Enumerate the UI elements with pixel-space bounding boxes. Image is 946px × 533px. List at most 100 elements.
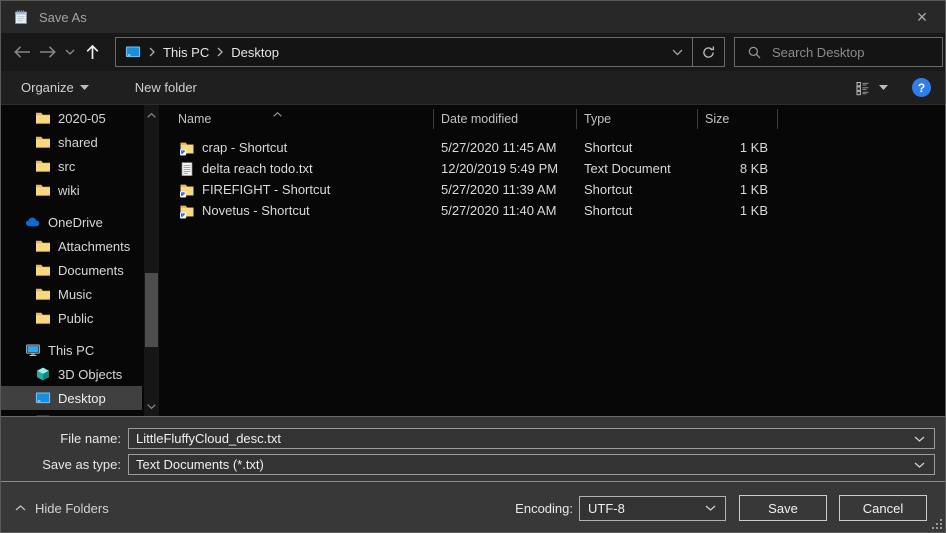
navigation-bar: This PC Desktop Search Desktop	[1, 33, 945, 71]
scroll-down-icon[interactable]	[144, 398, 159, 414]
search-input[interactable]: Search Desktop	[734, 37, 943, 67]
chevron-up-icon	[15, 505, 26, 511]
sort-ascending-icon	[273, 106, 282, 120]
hide-folders-button[interactable]: Hide Folders	[15, 501, 109, 516]
save-as-type-select[interactable]: Text Documents (*.txt)	[128, 454, 935, 475]
new-folder-button[interactable]: New folder	[135, 80, 197, 95]
details-view-icon	[855, 80, 871, 96]
date-modified-cell: 12/20/2019 5:49 PM	[434, 161, 577, 176]
sidebar-item-desktop[interactable]: Desktop	[1, 386, 142, 410]
dropdown-arrow-icon	[80, 85, 89, 90]
sidebar-item-onedrive[interactable]: OneDrive	[1, 210, 142, 234]
sidebar-item-music[interactable]: Music	[1, 282, 142, 306]
sidebar-item-label: Music	[58, 287, 92, 302]
hide-folders-label: Hide Folders	[35, 501, 109, 516]
up-button[interactable]	[79, 38, 105, 66]
file-name-cell[interactable]: FIREFIGHT - Shortcut	[161, 182, 434, 198]
encoding-value: UTF-8	[588, 501, 625, 516]
column-header-type[interactable]: Type	[577, 109, 698, 129]
type-cell: Shortcut	[577, 182, 698, 197]
sidebar-item-label: This PC	[48, 343, 94, 358]
scrollbar-thumb[interactable]	[145, 273, 158, 347]
file-row-firefight-shortcut[interactable]: FIREFIGHT - Shortcut5/27/2020 11:39 AMSh…	[161, 179, 945, 200]
address-bar[interactable]: This PC Desktop	[115, 37, 725, 67]
column-header-name[interactable]: Name	[161, 109, 434, 129]
sidebar-item-label: OneDrive	[48, 215, 103, 230]
scroll-up-icon[interactable]	[144, 107, 159, 123]
desktop-location-icon	[125, 44, 141, 60]
file-row-novetus-shortcut[interactable]: Novetus - Shortcut5/27/2020 11:40 AMShor…	[161, 200, 945, 221]
file-name-input[interactable]: LittleFluffyCloud_desc.txt	[128, 428, 935, 449]
refresh-icon[interactable]	[692, 38, 724, 66]
help-icon[interactable]: ?	[912, 78, 931, 97]
sidebar-item-shared[interactable]: shared	[1, 130, 142, 154]
date-modified-cell: 5/27/2020 11:45 AM	[434, 140, 577, 155]
breadcrumb-chevron-icon	[217, 47, 223, 57]
sidebar-item-attachments[interactable]: Attachments	[1, 234, 142, 258]
main-content: 2020-05 shared src wiki OneDrive Attachments D…	[1, 105, 945, 416]
folder-icon	[35, 238, 51, 254]
change-view-button[interactable]	[855, 80, 888, 96]
save-as-dialog: Save As ✕ This PC Desktop Search Desktop…	[0, 0, 946, 533]
encoding-select[interactable]: UTF-8	[579, 496, 726, 521]
folder-icon	[35, 182, 51, 198]
filename-panel: File name: LittleFluffyCloud_desc.txt Sa…	[1, 416, 945, 481]
cancel-button[interactable]: Cancel	[839, 495, 927, 521]
file-name-cell[interactable]: Novetus - Shortcut	[161, 203, 434, 219]
sidebar-item-src[interactable]: src	[1, 154, 142, 178]
file-row-delta-reach-todo-txt[interactable]: delta reach todo.txt12/20/2019 5:49 PMTe…	[161, 158, 945, 179]
file-name-cell[interactable]: delta reach todo.txt	[161, 161, 434, 177]
sidebar-item-2020-05[interactable]: 2020-05	[1, 106, 142, 130]
save-as-type-value: Text Documents (*.txt)	[136, 457, 264, 472]
file-list: Name Date modified Type Size crap - Shor…	[161, 105, 945, 416]
breadcrumb-this-pc[interactable]: This PC	[163, 45, 209, 60]
sidebar-item-this-pc[interactable]: This PC	[1, 338, 142, 362]
type-cell: Shortcut	[577, 203, 698, 218]
back-button[interactable]	[9, 38, 35, 66]
file-name-cell[interactable]: crap - Shortcut	[161, 140, 434, 156]
sidebar-item-label: 2020-05	[58, 111, 106, 126]
chevron-down-icon[interactable]	[705, 505, 716, 511]
sidebar-item-label: wiki	[58, 183, 80, 198]
chevron-down-icon[interactable]	[914, 436, 925, 442]
resize-grip[interactable]	[932, 519, 942, 529]
sidebar-item-label: src	[58, 159, 75, 174]
title-bar: Save As ✕	[1, 1, 945, 33]
breadcrumb-desktop[interactable]: Desktop	[231, 45, 279, 60]
sidebar-item-label: Public	[58, 311, 93, 326]
recent-locations-button[interactable]	[61, 38, 79, 66]
sidebar-item-wiki[interactable]: wiki	[1, 178, 142, 202]
sidebar-item-label: 3D Objects	[58, 367, 122, 382]
search-placeholder: Search Desktop	[772, 45, 865, 60]
size-cell: 1 KB	[698, 203, 778, 218]
organize-label: Organize	[21, 80, 74, 95]
sidebar-scrollbar[interactable]	[144, 105, 159, 416]
shortcut-folder-icon	[179, 203, 195, 219]
sidebar-item-label: Desktop	[58, 391, 106, 406]
file-row-crap-shortcut[interactable]: crap - Shortcut5/27/2020 11:45 AMShortcu…	[161, 137, 945, 158]
sidebar-item-3d-objects[interactable]: 3D Objects	[1, 362, 142, 386]
save-as-type-label: Save as type:	[1, 457, 121, 472]
column-header-size[interactable]: Size	[698, 109, 778, 129]
date-modified-cell: 5/27/2020 11:40 AM	[434, 203, 577, 218]
file-name-text: delta reach todo.txt	[202, 161, 313, 176]
command-bar: Organize New folder ?	[1, 71, 945, 105]
organize-button[interactable]: Organize	[21, 80, 89, 95]
sidebar-item-documents[interactable]: Documents	[1, 258, 142, 282]
save-button[interactable]: Save	[739, 495, 827, 521]
column-header-date-modified[interactable]: Date modified	[434, 109, 577, 129]
sidebar-item-label: Documents	[58, 263, 124, 278]
close-button[interactable]: ✕	[899, 1, 945, 33]
cube-icon	[35, 366, 51, 382]
sidebar-tree: 2020-05 shared src wiki OneDrive Attachments D…	[1, 105, 161, 416]
size-cell: 1 KB	[698, 140, 778, 155]
chevron-down-icon[interactable]	[914, 462, 925, 468]
forward-button[interactable]	[35, 38, 61, 66]
sidebar-item-public[interactable]: Public	[1, 306, 142, 330]
search-icon	[747, 45, 762, 60]
address-dropdown-button[interactable]	[662, 38, 692, 66]
date-modified-cell: 5/27/2020 11:39 AM	[434, 182, 577, 197]
shortcut-folder-icon	[179, 140, 195, 156]
dropdown-arrow-icon	[879, 85, 888, 90]
type-cell: Shortcut	[577, 140, 698, 155]
